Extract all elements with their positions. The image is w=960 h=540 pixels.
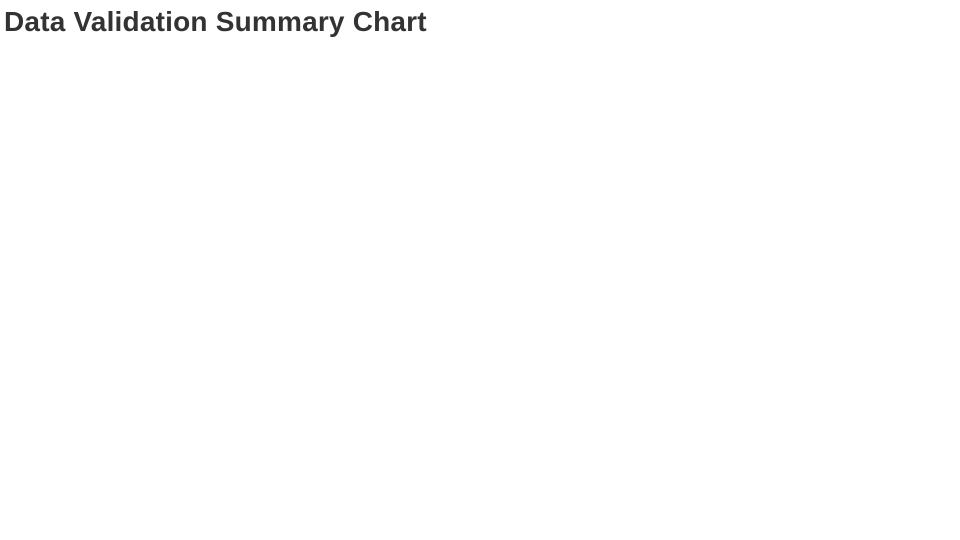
page-title: Data Validation Summary Chart bbox=[0, 0, 960, 38]
